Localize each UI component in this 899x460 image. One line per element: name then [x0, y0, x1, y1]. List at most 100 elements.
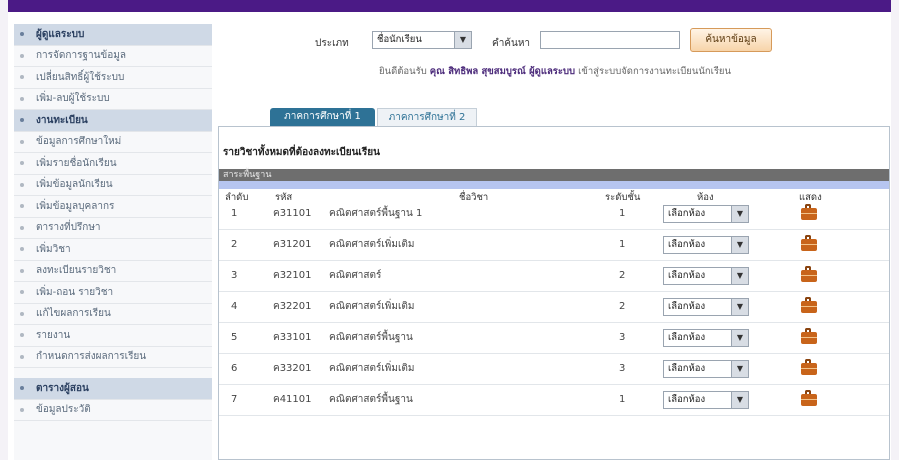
- bullet-icon: [20, 386, 24, 391]
- bullet-icon: [20, 32, 24, 37]
- bullet-icon: [20, 204, 24, 209]
- room-select[interactable]: เลือกห้อง ▼: [663, 360, 749, 378]
- table-row: 5 ค33101 คณิตศาสตร์พื้นฐาน 3 เลือกห้อง ▼: [219, 323, 889, 354]
- bullet-icon: [20, 182, 24, 187]
- welcome-user-name: คุณ สิทธิพล สุขสมบูรณ์ ผู้ดูแลระบบ: [429, 66, 576, 77]
- bullet-icon: [20, 75, 24, 80]
- row-number: 5: [231, 332, 238, 343]
- chevron-down-icon[interactable]: ▼: [731, 361, 748, 377]
- welcome-message: ยินดีต้อนรับ คุณ สิทธิพล สุขสมบูรณ์ ผู้ด…: [220, 64, 890, 79]
- sidebar-item[interactable]: เพิ่มข้อมูลนักเรียน: [14, 175, 212, 196]
- sidebar-item-label: เพิ่ม-ถอน รายวิชา: [36, 286, 114, 298]
- bullet-icon: [20, 139, 24, 144]
- course-code: ค31101: [273, 208, 312, 219]
- table-row: 7 ค41101 คณิตศาสตร์พื้นฐาน 1 เลือกห้อง ▼: [219, 385, 889, 416]
- type-select-value: ชื่อนักเรียน: [377, 34, 422, 45]
- sidebar-item-label: เพิ่ม-ลบผู้ใช้ระบบ: [36, 93, 110, 105]
- tab-semester-1[interactable]: ภาคการศึกษาที่ 1: [270, 108, 375, 126]
- sidebar-item[interactable]: ตารางที่ปรึกษา: [14, 218, 212, 239]
- bullet-icon: [20, 225, 24, 230]
- chevron-down-icon[interactable]: ▼: [731, 299, 748, 315]
- type-select[interactable]: ชื่อนักเรียน ▼: [372, 31, 472, 49]
- briefcase-icon[interactable]: [801, 297, 817, 313]
- briefcase-icon[interactable]: [801, 266, 817, 282]
- sidebar-item[interactable]: เพิ่มวิชา: [14, 239, 212, 261]
- keyword-input[interactable]: [540, 31, 680, 49]
- sidebar-item[interactable]: ลงทะเบียนรายวิชา: [14, 261, 212, 282]
- sidebar-item[interactable]: แก้ไขผลการเรียน: [14, 304, 212, 325]
- room-select[interactable]: เลือกห้อง ▼: [663, 298, 749, 316]
- course-name: คณิตศาสตร์พื้นฐาน: [329, 394, 413, 405]
- sidebar-item-label: รายงาน: [36, 329, 71, 341]
- briefcase-icon[interactable]: [801, 328, 817, 344]
- search-button[interactable]: ค้นหาข้อมูล: [690, 28, 772, 52]
- bullet-icon: [20, 290, 24, 295]
- room-select-value: เลือกห้อง: [668, 239, 706, 250]
- course-code: ค31201: [273, 239, 312, 250]
- course-name: คณิตศาสตร์เพิ่มเติม: [329, 363, 415, 374]
- keyword-label: คำค้นหา: [492, 38, 531, 49]
- sidebar-item[interactable]: กำหนดการส่งผลการเรียน: [14, 347, 212, 368]
- chevron-down-icon[interactable]: ▼: [731, 268, 748, 284]
- chevron-down-icon[interactable]: ▼: [731, 330, 748, 346]
- sidebar-item[interactable]: รายงาน: [14, 325, 212, 347]
- room-select[interactable]: เลือกห้อง ▼: [663, 236, 749, 254]
- chevron-down-icon[interactable]: ▼: [731, 237, 748, 253]
- bullet-icon: [20, 333, 24, 338]
- sidebar-item[interactable]: เพิ่ม-ถอน รายวิชา: [14, 282, 212, 304]
- row-number: 7: [231, 394, 238, 405]
- table-row: 6 ค33201 คณิตศาสตร์เพิ่มเติม 3 เลือกห้อง ▼: [219, 354, 889, 385]
- room-select-value: เลือกห้อง: [668, 394, 706, 405]
- bullet-icon: [20, 354, 24, 359]
- sidebar-item-label: แก้ไขผลการเรียน: [36, 308, 111, 320]
- course-name: คณิตศาสตร์พื้นฐาน 1: [329, 208, 423, 219]
- room-select[interactable]: เลือกห้อง ▼: [663, 267, 749, 285]
- sidebar-section-header[interactable]: งานทะเบียน: [14, 110, 212, 132]
- briefcase-icon[interactable]: [801, 359, 817, 375]
- sidebar-item[interactable]: ข้อมูลประวัติ: [14, 400, 212, 421]
- course-name: คณิตศาสตร์พื้นฐาน: [329, 332, 413, 343]
- sidebar-item-label: ตารางผู้สอน: [36, 382, 89, 394]
- bullet-icon: [20, 311, 24, 316]
- sidebar-item[interactable]: เพิ่มรายชื่อนักเรียน: [14, 153, 212, 175]
- course-name: คณิตศาสตร์เพิ่มเติม: [329, 239, 415, 250]
- section-header: สาระพื้นฐาน: [219, 169, 889, 181]
- briefcase-icon[interactable]: [801, 235, 817, 251]
- sidebar-menu: ผู้ดูแลระบบการจัดการฐานข้อมูลเปลี่ยนสิทธ…: [14, 24, 212, 460]
- tab-semester-2[interactable]: ภาคการศึกษาที่ 2: [377, 108, 477, 126]
- sidebar-item[interactable]: เพิ่มข้อมูลบุคลากร: [14, 196, 212, 218]
- briefcase-icon[interactable]: [801, 204, 817, 220]
- course-code: ค33201: [273, 363, 312, 374]
- sidebar-item-label: เพิ่มรายชื่อนักเรียน: [36, 157, 117, 169]
- chevron-down-icon[interactable]: ▼: [731, 206, 748, 222]
- briefcase-icon[interactable]: [801, 390, 817, 406]
- course-name: คณิตศาสตร์: [329, 270, 382, 281]
- grade-level: 3: [619, 332, 626, 343]
- row-number: 3: [231, 270, 238, 281]
- window-frame-top: [0, 0, 899, 12]
- room-select[interactable]: เลือกห้อง ▼: [663, 391, 749, 409]
- bullet-icon: [20, 407, 24, 412]
- panel-title: รายวิชาทั้งหมดที่ต้องลงทะเบียนเรียน: [223, 147, 380, 158]
- course-code: ค33101: [273, 332, 312, 343]
- sidebar-item[interactable]: ข้อมูลการศึกษาใหม่: [14, 132, 212, 153]
- room-select[interactable]: เลือกห้อง ▼: [663, 329, 749, 347]
- sidebar-item-label: เพิ่มวิชา: [36, 243, 71, 255]
- sidebar-item[interactable]: การจัดการฐานข้อมูล: [14, 46, 212, 67]
- bullet-icon: [20, 268, 24, 273]
- sidebar-item-label: การจัดการฐานข้อมูล: [36, 50, 126, 62]
- room-select-value: เลือกห้อง: [668, 208, 706, 219]
- table-header-strip: [219, 181, 889, 189]
- sidebar-item[interactable]: เปลี่ยนสิทธิ์ผู้ใช้ระบบ: [14, 67, 212, 89]
- window-frame-left: [0, 0, 8, 460]
- sidebar-section-header[interactable]: ผู้ดูแลระบบ: [14, 24, 212, 46]
- sidebar-section-header[interactable]: ตารางผู้สอน: [14, 378, 212, 400]
- sidebar-item-label: งานทะเบียน: [36, 114, 88, 126]
- bullet-icon: [20, 161, 24, 166]
- room-select-value: เลือกห้อง: [668, 270, 706, 281]
- room-select[interactable]: เลือกห้อง ▼: [663, 205, 749, 223]
- chevron-down-icon[interactable]: ▼: [454, 32, 471, 48]
- sidebar-item[interactable]: เพิ่ม-ลบผู้ใช้ระบบ: [14, 89, 212, 110]
- chevron-down-icon[interactable]: ▼: [731, 392, 748, 408]
